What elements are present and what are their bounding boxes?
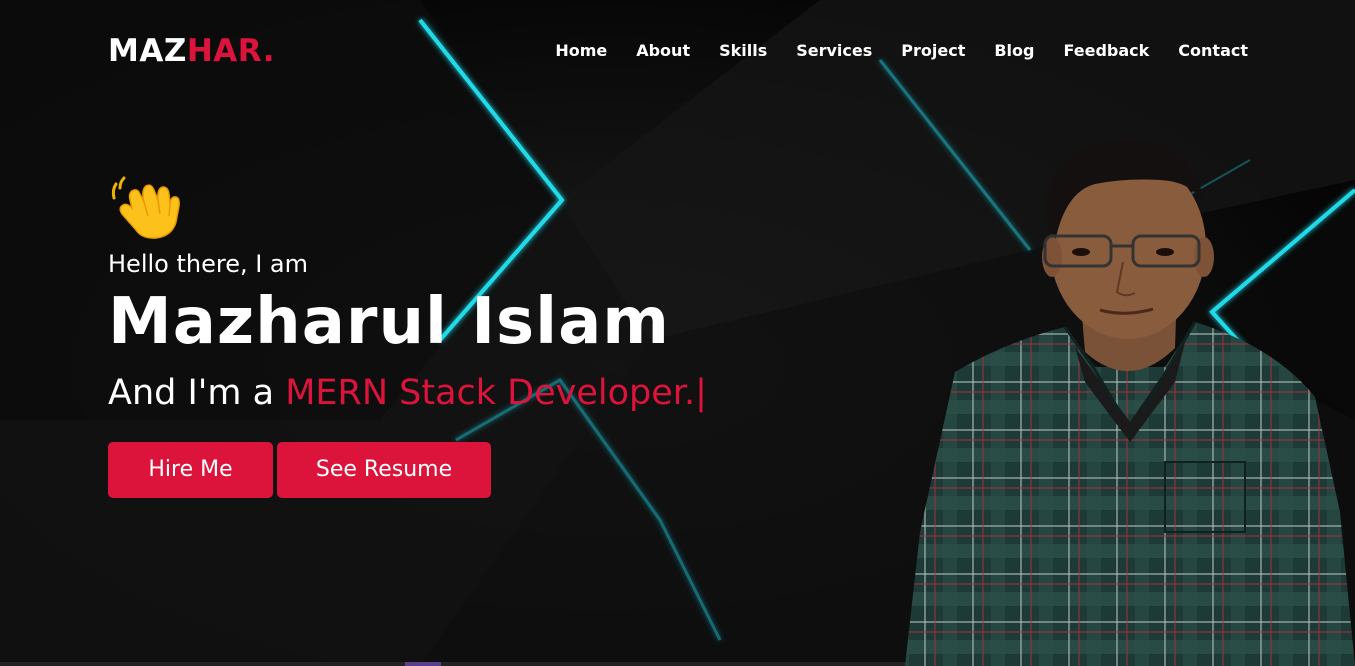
logo-accent: HAR. — [186, 33, 275, 69]
waving-hand-icon — [111, 176, 180, 239]
navbar: MAZHAR. Home About Skills Services Proje… — [0, 0, 1355, 104]
typing-cursor: | — [695, 373, 707, 413]
nav-menu: Home About Skills Services Project Blog … — [555, 40, 1248, 62]
nav-link-skills[interactable]: Skills — [719, 40, 767, 62]
profile-photo — [905, 139, 1355, 666]
nav-link-home[interactable]: Home — [555, 40, 607, 62]
site-logo[interactable]: MAZHAR. — [108, 31, 275, 71]
hero-role-line: And I'm a MERN Stack Developer.| — [108, 370, 707, 416]
nav-link-blog[interactable]: Blog — [994, 40, 1034, 62]
nav-link-about[interactable]: About — [636, 40, 690, 62]
nav-link-contact[interactable]: Contact — [1178, 40, 1248, 62]
nav-link-feedback[interactable]: Feedback — [1063, 40, 1149, 62]
hero-name: Mazharul Islam — [108, 285, 670, 359]
logo-primary: MAZ — [108, 33, 187, 69]
nav-link-services[interactable]: Services — [796, 40, 872, 62]
nav-link-project[interactable]: Project — [901, 40, 965, 62]
hero-greeting: Hello there, I am — [108, 250, 309, 278]
role-text: MERN Stack Developer. — [285, 373, 696, 413]
hire-me-button[interactable]: Hire Me — [108, 442, 273, 498]
see-resume-button[interactable]: See Resume — [277, 442, 491, 498]
role-prefix: And I'm a — [108, 373, 286, 413]
